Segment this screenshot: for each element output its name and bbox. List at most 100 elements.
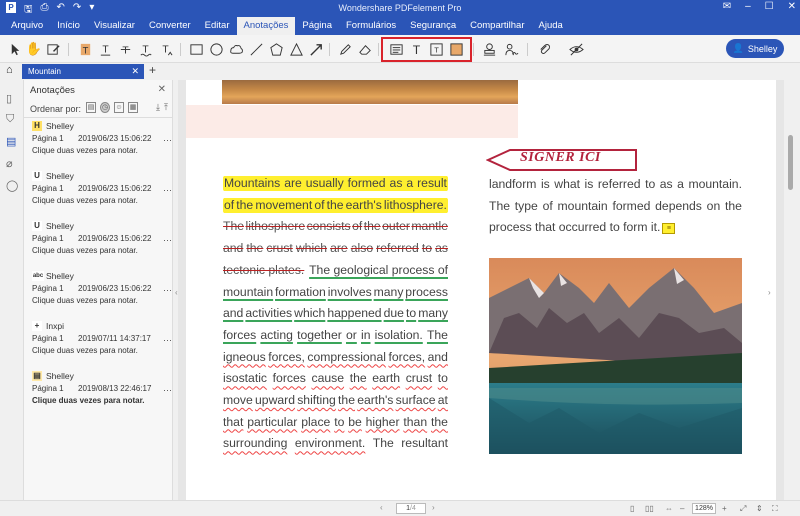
annotation-date: 2019/06/23 15:06:22: [78, 134, 152, 143]
close-tab-icon[interactable]: ✕: [131, 66, 139, 77]
attachments-icon[interactable]: ⌀: [6, 157, 18, 170]
menu-item-7[interactable]: Formulários: [339, 17, 403, 35]
collapse-right-icon[interactable]: ›: [768, 288, 771, 297]
triangle-icon[interactable]: [287, 40, 305, 58]
import-icon[interactable]: ⤓: [156, 102, 160, 113]
menu-item-9[interactable]: Compartilhar: [463, 17, 531, 35]
new-tab-button[interactable]: +: [149, 63, 156, 77]
menu-item-5[interactable]: Anotações: [236, 17, 296, 35]
scroll-mode-icon[interactable]: ⇕: [756, 504, 763, 513]
cloud-icon[interactable]: [227, 40, 245, 58]
strikethrough-icon[interactable]: T: [116, 40, 134, 58]
hand-tool-icon[interactable]: ✋: [25, 40, 43, 58]
comments-icon[interactable]: ▤: [6, 135, 18, 148]
panel-close-icon[interactable]: ✕: [158, 84, 166, 95]
annotation-page: Página 1: [32, 184, 64, 193]
signature-icon[interactable]: [502, 40, 520, 58]
menu-item-10[interactable]: Ajuda: [532, 17, 570, 35]
annotation-page: Página 1: [32, 284, 64, 293]
more-options-icon[interactable]: ⋯: [163, 285, 172, 296]
zoom-in-icon[interactable]: +: [722, 504, 727, 513]
more-options-icon[interactable]: ⋯: [163, 385, 172, 396]
rectangle-icon[interactable]: [187, 40, 205, 58]
annotation-message: Clique duas vezes para notar.: [32, 296, 138, 305]
maximize-icon[interactable]: ☐: [765, 1, 774, 12]
mail-icon[interactable]: ✉: [723, 1, 731, 12]
prev-page-icon[interactable]: ‹: [380, 503, 383, 512]
bookmark-icon[interactable]: ⛉: [6, 113, 18, 125]
annotation-message: Clique duas vezes para notar.: [32, 196, 138, 205]
fit-page-icon[interactable]: ⤢: [740, 504, 746, 514]
caret-icon[interactable]: T: [156, 40, 174, 58]
attachment-icon[interactable]: [535, 40, 553, 58]
fit-width-icon[interactable]: ⇔: [665, 504, 673, 513]
user-account-button[interactable]: 👤 Shelley: [726, 39, 784, 58]
eraser-icon[interactable]: [356, 40, 374, 58]
panel-actions: ⤓ ⤒: [156, 102, 168, 113]
squiggly-icon[interactable]: T: [136, 40, 154, 58]
menu-item-1[interactable]: Início: [50, 17, 87, 35]
left-text-line: of the movement of the earth's lithosphere.: [223, 197, 448, 213]
highlighted-tool-group: [381, 37, 472, 62]
annotation-type-icon: U: [32, 221, 42, 231]
menu-item-6[interactable]: Página: [295, 17, 339, 35]
sort-by-author-icon[interactable]: ☺: [114, 102, 124, 113]
vertical-scrollbar[interactable]: [784, 80, 800, 500]
annotation-date: 2019/06/23 15:06:22: [78, 284, 152, 293]
arrow-icon[interactable]: [307, 40, 325, 58]
more-options-icon[interactable]: ⋯: [163, 135, 172, 146]
menu-item-4[interactable]: Editar: [198, 17, 237, 35]
sort-by-time-icon[interactable]: ◷: [100, 102, 110, 113]
home-icon[interactable]: ⌂: [6, 64, 13, 76]
single-page-view-icon[interactable]: ▯: [630, 504, 634, 513]
annotation-page: Página 1: [32, 334, 64, 343]
page-indicator[interactable]: 1/4: [396, 503, 426, 514]
annotation-message: Clique duas vezes para notar.: [32, 246, 138, 255]
two-page-view-icon[interactable]: ▯▯: [645, 504, 654, 513]
more-options-icon[interactable]: ⋯: [163, 335, 172, 346]
hide-annotations-icon[interactable]: [567, 40, 585, 58]
polygon-icon[interactable]: [267, 40, 285, 58]
annotation-date: 2019/08/13 22:46:17: [78, 384, 152, 393]
tab-mountain[interactable]: Mountain ✕: [22, 64, 144, 79]
highlight-icon[interactable]: T: [76, 40, 94, 58]
sort-label: Ordenar por:: [30, 104, 82, 114]
stamp-icon[interactable]: [480, 40, 498, 58]
annotation-author: Shelley: [46, 121, 74, 131]
minimize-icon[interactable]: –: [745, 1, 751, 12]
menu-item-8[interactable]: Segurança: [403, 17, 463, 35]
pencil-icon[interactable]: [336, 40, 354, 58]
annotation-author: Shelley: [46, 221, 74, 231]
left-text-line: and activities which happened due to many: [223, 306, 448, 321]
more-options-icon[interactable]: ⋯: [163, 235, 172, 246]
line-icon[interactable]: [247, 40, 265, 58]
select-tool-icon[interactable]: [6, 40, 24, 58]
annotation-date: 2019/06/23 15:06:22: [78, 234, 152, 243]
svg-text:T: T: [142, 44, 149, 55]
fullscreen-icon[interactable]: ⛶: [772, 504, 778, 514]
left-text-line: The lithosphere consists of the outer mantle: [223, 219, 448, 234]
oval-icon[interactable]: [207, 40, 225, 58]
annotation-author: Inxpi: [46, 321, 64, 331]
zoom-level[interactable]: 128%: [692, 503, 716, 514]
sort-by-page-icon[interactable]: ▤: [86, 102, 96, 113]
status-bar: ‹ 1/4 › ▯ ▯▯ ⇔ – 128% + ⤢ ⇕ ⛶: [0, 500, 800, 516]
thumbnails-icon[interactable]: ▯: [6, 92, 18, 105]
next-page-icon[interactable]: ›: [432, 503, 435, 512]
user-name: Shelley: [747, 43, 778, 54]
zoom-out-icon[interactable]: –: [680, 504, 684, 513]
search-comments-icon[interactable]: ◯: [6, 179, 18, 192]
edit-annotation-icon[interactable]: [44, 40, 62, 58]
menu-item-0[interactable]: Arquivo: [4, 17, 50, 35]
right-text-line: process that occurred to form it. ≡: [489, 220, 742, 235]
menu-item-2[interactable]: Visualizar: [87, 17, 142, 35]
menu-item-3[interactable]: Converter: [142, 17, 198, 35]
tab-title: Mountain: [28, 67, 61, 76]
sticky-note-icon[interactable]: ≡: [662, 222, 676, 234]
export-icon[interactable]: ⤒: [164, 102, 168, 113]
underline-icon[interactable]: T: [96, 40, 114, 58]
more-options-icon[interactable]: ⋯: [163, 185, 172, 196]
annotation-page: Página 1: [32, 234, 64, 243]
close-icon[interactable]: ✕: [788, 1, 796, 12]
sort-by-type-icon[interactable]: ▦: [128, 102, 138, 113]
